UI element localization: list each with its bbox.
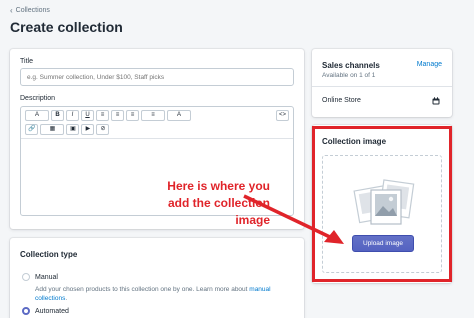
title-input[interactable]	[20, 68, 294, 86]
manual-helper: Add your chosen products to this collect…	[35, 286, 250, 293]
editor-divider	[21, 138, 293, 139]
table-icon[interactable]: ▦	[40, 124, 65, 135]
manual-radio[interactable]	[22, 273, 30, 281]
manage-link[interactable]: Manage	[417, 61, 442, 68]
bullet-list-button[interactable]: ≡	[96, 110, 109, 121]
indent-button[interactable]: ≡	[126, 110, 139, 121]
breadcrumb[interactable]: ‹ Collections	[10, 6, 50, 15]
video-icon[interactable]: ▶	[81, 124, 95, 135]
editor-toolbar-row-2: 🔗 ▦ ▣ ▶ ⊘	[25, 124, 110, 135]
automated-radio[interactable]	[22, 307, 30, 315]
manual-helper-text: Add your chosen products to this collect…	[35, 286, 271, 302]
automated-label: Automated	[35, 307, 69, 315]
image-icon[interactable]: ▣	[66, 124, 80, 135]
sales-channels-card: Sales channels Manage Available on 1 of …	[312, 49, 452, 117]
editor-toolbar-row-1: A B I U ≡ ≡ ≡ ≡ A	[25, 110, 191, 121]
chevron-left-icon: ‹	[10, 6, 13, 15]
clear-format-icon[interactable]: ⊘	[96, 124, 110, 135]
text-color-dropdown[interactable]: A	[167, 110, 191, 121]
italic-button[interactable]: I	[66, 110, 79, 121]
sales-channels-title: Sales channels	[322, 61, 380, 70]
title-label: Title	[20, 58, 33, 65]
availability-text: Available on 1 of 1	[322, 72, 376, 79]
link-icon[interactable]: 🔗	[25, 124, 39, 135]
collection-type-card: Collection type Manual Add your chosen p…	[10, 238, 304, 318]
underline-button[interactable]: U	[81, 110, 94, 121]
online-store-label: Online Store	[322, 97, 361, 104]
code-view-button[interactable]: <>	[275, 110, 289, 121]
manual-option[interactable]: Manual	[22, 273, 58, 281]
numbered-list-button[interactable]: ≡	[111, 110, 124, 121]
bold-button[interactable]: B	[51, 110, 64, 121]
description-label: Description	[20, 95, 56, 102]
breadcrumb-label[interactable]: Collections	[16, 7, 50, 14]
sales-divider	[312, 86, 452, 87]
paragraph-style-dropdown[interactable]: A	[25, 110, 49, 121]
calendar-icon[interactable]	[432, 97, 440, 105]
collection-type-title: Collection type	[20, 250, 78, 259]
automated-option[interactable]: Automated	[22, 307, 69, 315]
align-dropdown[interactable]: ≡	[141, 110, 165, 121]
page-title: Create collection	[10, 19, 123, 35]
annotation-arrow-icon	[243, 194, 344, 244]
manual-label: Manual	[35, 273, 58, 281]
